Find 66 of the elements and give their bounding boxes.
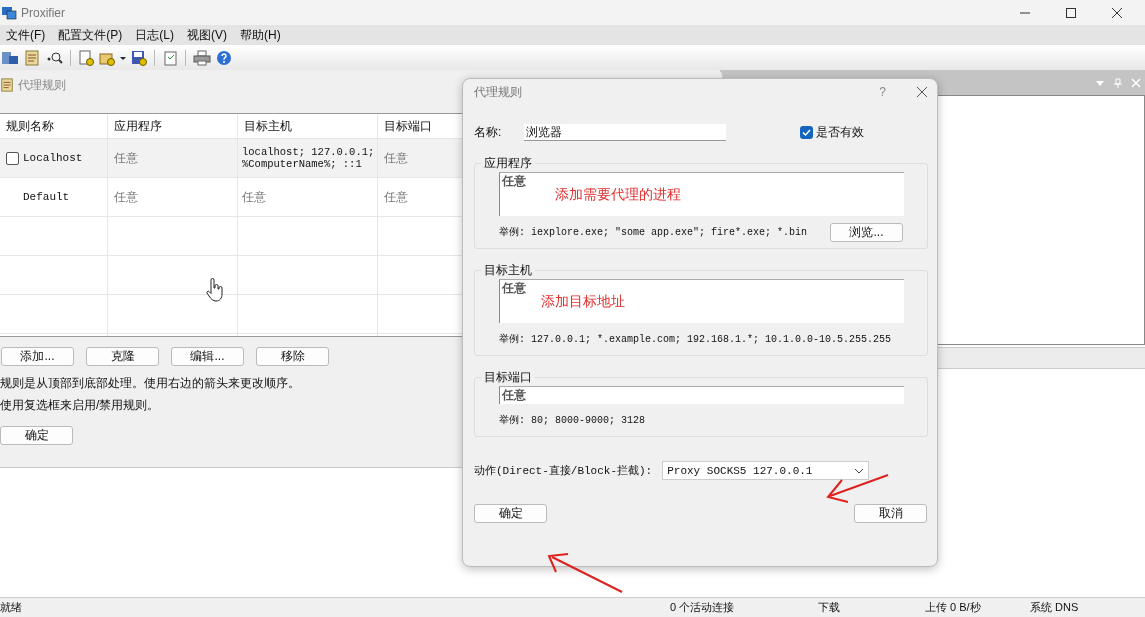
example-text: 举例: 127.0.0.1; *.example.com; 192.168.1.*; 10.1.0.0-10.5.255.255 xyxy=(499,332,892,346)
app-icon xyxy=(1,4,17,21)
status-text: 下载 xyxy=(818,600,840,615)
browse-button[interactable]: 浏览... xyxy=(830,222,903,242)
table-cell: 任意 xyxy=(114,149,138,167)
example-text: 举例: 80; 8000-9000; 3128 xyxy=(499,413,646,427)
name-field[interactable]: 浏览器 xyxy=(524,123,726,141)
column-header[interactable]: 应用程序 xyxy=(108,114,238,138)
checkbox[interactable] xyxy=(800,125,813,139)
action-select[interactable]: Proxy SOCKS5 127.0.0.1 xyxy=(662,461,870,480)
menu-item[interactable]: 视图(V) xyxy=(187,26,227,44)
scroll-icon[interactable] xyxy=(24,49,40,66)
help-icon[interactable] xyxy=(216,49,232,66)
status-text: 系统 DNS xyxy=(1030,600,1079,615)
table-cell: 任意 xyxy=(242,188,266,206)
rule-button[interactable]: 编辑... xyxy=(171,347,244,366)
cancel-button[interactable]: 取消 xyxy=(854,504,927,523)
annotation-arrow xyxy=(826,474,889,503)
table-cell: 任意 xyxy=(384,149,408,167)
ok-button[interactable]: 确定 xyxy=(0,426,73,445)
menu-item[interactable]: 日志(L) xyxy=(135,26,174,44)
printer-icon[interactable] xyxy=(193,49,211,66)
status-text: 0 个活动连接 xyxy=(670,600,735,615)
clipboard-icon[interactable] xyxy=(162,49,178,66)
help-text: 规则是从顶部到底部处理。使用右边的箭头来更改顺序。 xyxy=(0,376,300,390)
name-label: 名称: xyxy=(474,123,503,141)
window-title: Proxifier xyxy=(21,5,65,20)
close-icon[interactable] xyxy=(916,86,928,98)
table-cell: 任意 xyxy=(384,188,408,206)
ok-button[interactable]: 确定 xyxy=(474,504,547,523)
checkbox[interactable] xyxy=(6,151,19,165)
help-text: 使用复选框来启用/禁用规则。 xyxy=(0,398,160,412)
group-title: 目标主机 xyxy=(481,262,535,279)
column-header[interactable]: 目标主机 xyxy=(238,114,378,138)
hand-cursor-icon xyxy=(206,278,224,302)
rule-name: Default xyxy=(23,191,70,203)
rule-button[interactable]: 添加... xyxy=(1,347,74,366)
scroll-icon xyxy=(0,78,14,92)
action-label: 动作(Direct-直接/Block-拦截): xyxy=(474,464,653,478)
table-cell: localhost; 127.0.0.1; %ComputerName%; ::1 xyxy=(242,146,375,170)
status-text: 就绪 xyxy=(0,600,22,615)
checkbox-label: 是否有效 xyxy=(816,123,864,141)
status-text: 上传 0 B/秒 xyxy=(925,600,981,615)
menu-item[interactable]: 配置文件(P) xyxy=(58,26,123,44)
save-icon[interactable] xyxy=(131,49,147,66)
close-icon[interactable] xyxy=(1111,6,1123,19)
annotation-text: 添加目标地址 xyxy=(541,293,625,311)
menu-item[interactable]: 文件(F) xyxy=(6,26,46,44)
menu-item[interactable]: 帮助(H) xyxy=(240,26,281,44)
rule-button[interactable]: 移除 xyxy=(256,347,329,366)
text-area[interactable]: 任意 xyxy=(499,386,904,404)
dialog-title: 代理规则 xyxy=(474,83,523,101)
rule-name: Localhost xyxy=(23,152,83,164)
maximize-icon[interactable] xyxy=(1065,6,1077,19)
annotation-text: 添加需要代理的进程 xyxy=(555,186,681,204)
computer-icon[interactable] xyxy=(1,49,19,66)
group-title: 目标端口 xyxy=(481,369,535,386)
group-title: 应用程序 xyxy=(481,155,535,172)
new-file-icon[interactable] xyxy=(78,49,94,66)
rule-button[interactable]: 克隆 xyxy=(86,347,159,366)
table-cell: 任意 xyxy=(114,188,138,206)
example-text: 举例: iexplore.exe; "some app.exe"; fire*.exe; *.bin xyxy=(499,225,808,239)
window-title: 代理规则 xyxy=(18,76,66,94)
column-header[interactable]: 规则名称 xyxy=(0,114,108,138)
caret-icon xyxy=(854,467,865,474)
magnifier-icon[interactable] xyxy=(45,49,63,66)
